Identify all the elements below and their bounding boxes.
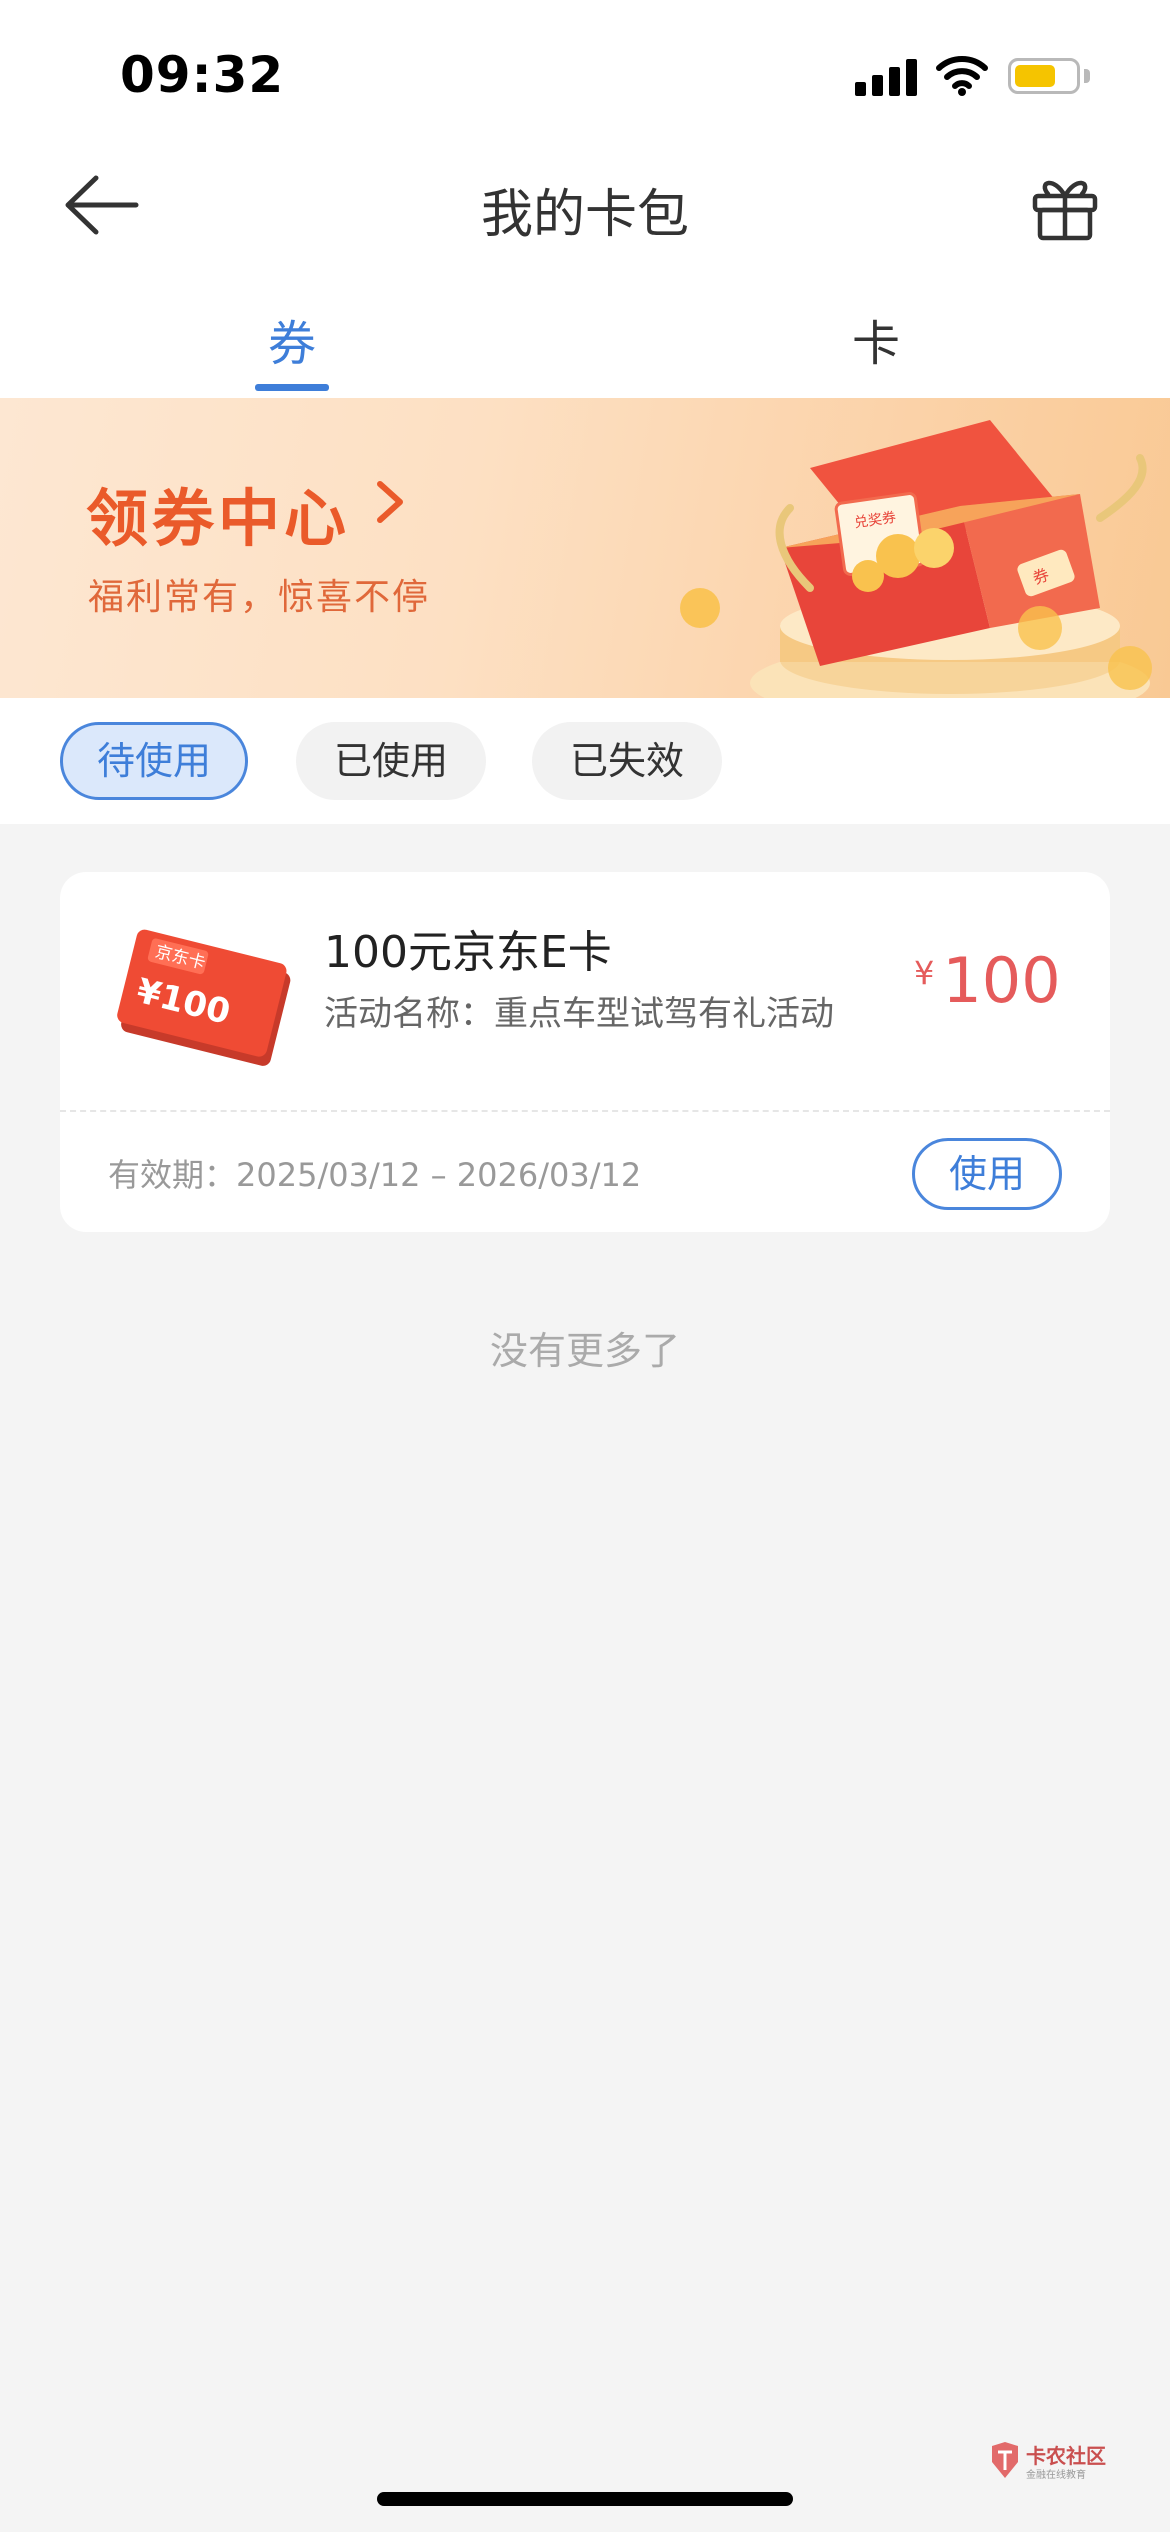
list-end-text: 没有更多了	[489, 1329, 680, 1373]
chevron-right-icon	[377, 481, 403, 523]
cellular-signal-icon	[855, 56, 917, 96]
home-indicator	[377, 2492, 793, 2506]
coupon-card: 京东卡 ¥100 100元京东E卡 活动名称：重点车型试驾有礼活动 ¥100 有…	[60, 872, 1110, 1232]
filter-expired[interactable]: 已失效	[532, 722, 722, 800]
gift-box-illustration: 兑奖券 券	[680, 420, 1152, 698]
wifi-icon	[936, 56, 988, 96]
banner-title: 领券中心	[86, 482, 351, 555]
filter-pending[interactable]: 待使用	[60, 722, 248, 800]
watermark-subtext: 金融在线教育	[1026, 2470, 1086, 2481]
filter-used[interactable]: 已使用	[296, 722, 486, 800]
jd-card-image: 京东卡 ¥100	[117, 929, 291, 1066]
tab-cards[interactable]: 卡	[776, 304, 976, 374]
coupon-title: 100元京东E卡	[324, 927, 612, 978]
use-button[interactable]: 使用	[912, 1138, 1062, 1210]
watermark: 卡农社区 金融在线教育	[988, 2440, 1108, 2484]
coupon-amount: ¥100	[914, 944, 1061, 1017]
currency-symbol: ¥	[914, 954, 935, 992]
dashed-divider	[60, 1110, 1110, 1112]
battery-icon	[1008, 58, 1080, 94]
coupon-value: 100	[942, 944, 1061, 1017]
watermark-logo-icon	[992, 2442, 1018, 2478]
status-time: 09:32	[120, 46, 285, 104]
coupon-center-banner[interactable]: 领券中心 福利常有，惊喜不停 兑奖券 券	[0, 398, 1170, 698]
page-title: 我的卡包	[480, 185, 689, 245]
coupon-validity: 有效期：2025/03/12 – 2026/03/12	[108, 1156, 642, 1194]
active-tab-indicator	[255, 384, 329, 391]
gift-icon[interactable]	[1030, 172, 1100, 242]
battery-tip	[1084, 69, 1090, 83]
coupon-activity: 活动名称：重点车型试驾有礼活动	[324, 994, 834, 1034]
banner-subtitle: 福利常有，惊喜不停	[88, 577, 431, 618]
watermark-text: 卡农社区	[1026, 2444, 1106, 2468]
tab-coupons[interactable]: 券	[192, 304, 392, 374]
